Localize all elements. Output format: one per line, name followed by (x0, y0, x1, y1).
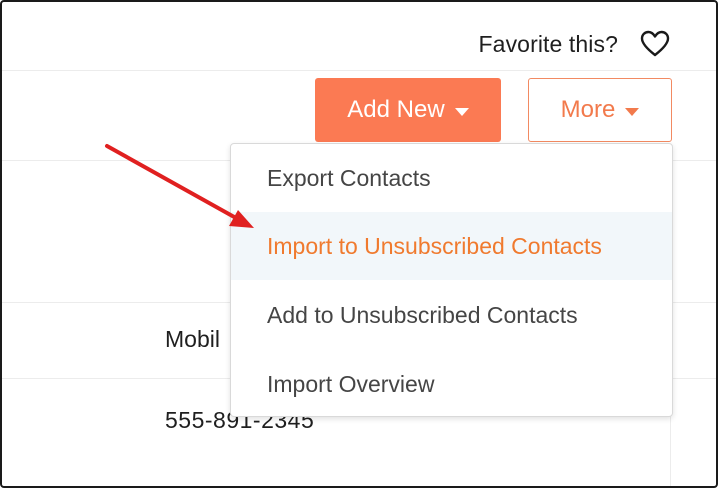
favorite-label: Favorite this? (478, 30, 618, 57)
menu-item-export-contacts[interactable]: Export Contacts (231, 144, 672, 212)
divider (2, 70, 716, 71)
more-label: More (560, 96, 616, 123)
heart-icon[interactable] (640, 30, 670, 58)
add-new-label: Add New (347, 96, 445, 123)
menu-item-add-to-unsubscribed[interactable]: Add to Unsubscribed Contacts (231, 281, 672, 349)
menu-item-import-to-unsubscribed[interactable]: Import to Unsubscribed Contacts (231, 212, 672, 280)
column-header-mobile[interactable]: Mobil (165, 326, 220, 353)
caret-down-icon (625, 107, 640, 116)
caret-down-icon (454, 107, 469, 116)
add-new-button[interactable]: Add New (315, 78, 501, 142)
app-frame: Favorite this? Add New More Mobil 555-89… (0, 0, 718, 488)
more-dropdown-menu: Export Contacts Import to Unsubscribed C… (230, 143, 673, 417)
menu-item-import-overview[interactable]: Import Overview (231, 350, 672, 418)
favorite-control: Favorite this? (479, 30, 670, 58)
more-button[interactable]: More (528, 78, 672, 142)
